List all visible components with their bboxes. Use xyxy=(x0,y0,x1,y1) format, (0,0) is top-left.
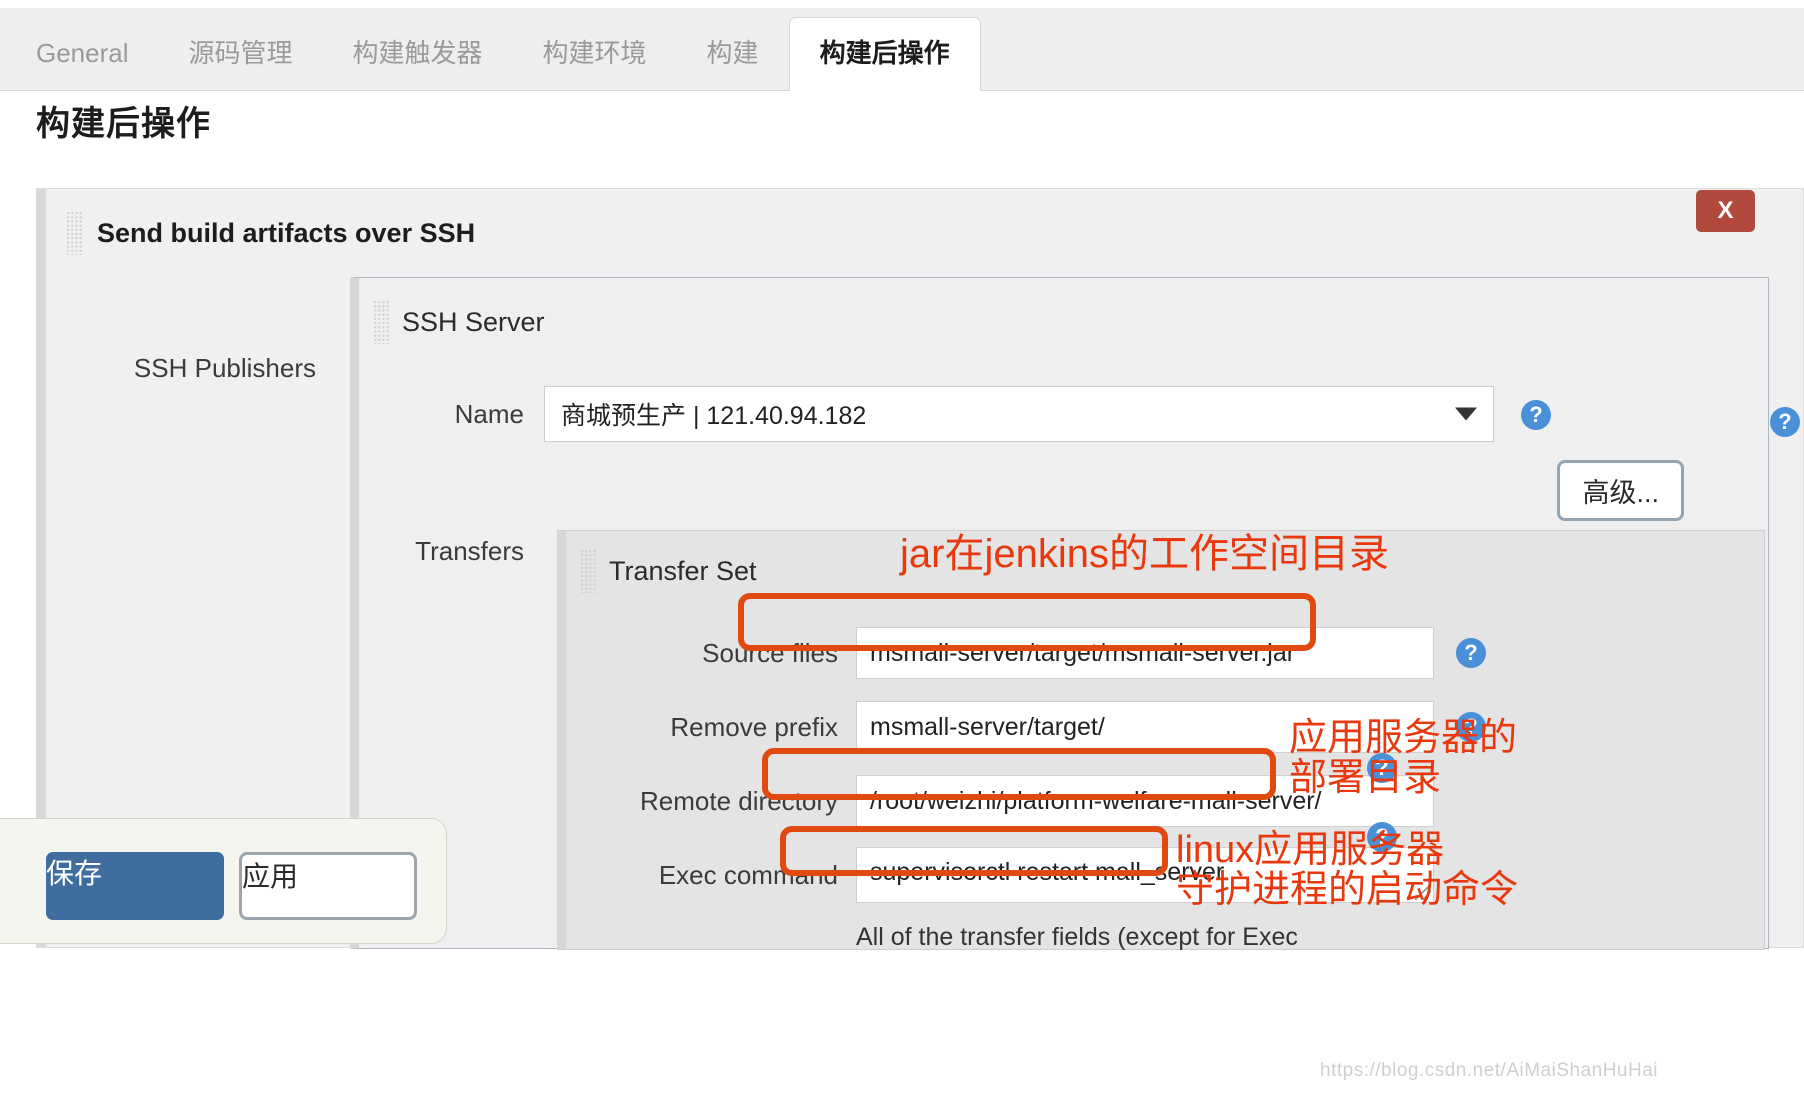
annotation-line: 守护进程的启动命令 xyxy=(1176,869,1519,912)
transfer-set-panel: Transfer Set Source files msmall-server/… xyxy=(557,530,1765,951)
watermark: https://blog.csdn.net/AiMaiShanHuHai xyxy=(1320,1060,1659,1081)
tab-bar: General 源码管理 构建触发器 构建环境 构建 构建后操作 xyxy=(0,8,1804,91)
ssh-server-name-select[interactable]: 商城预生产 | 121.40.94.182 xyxy=(544,386,1494,442)
help-icon[interactable]: ? xyxy=(1456,638,1486,668)
source-files-row: Source files msmall-server/target/msmall… xyxy=(566,627,1764,679)
chevron-down-icon xyxy=(1455,407,1477,421)
drag-handle-icon[interactable] xyxy=(373,300,390,344)
block-title: Send build artifacts over SSH xyxy=(97,217,476,248)
remote-directory-row: Remote directory /root/weizhi/platform-w… xyxy=(566,775,1764,827)
remote-directory-label: Remote directory xyxy=(640,785,838,816)
exec-command-label: Exec command xyxy=(658,859,838,890)
annotation-deploy-directory: 应用服务器的 部署目录 xyxy=(1289,718,1517,799)
apply-button[interactable]: 应用 xyxy=(239,852,417,920)
tab-post-build[interactable]: 构建后操作 xyxy=(788,17,981,91)
name-label: Name xyxy=(454,398,524,429)
annotation-jar-workspace: jar在jenkins的工作空间目录 xyxy=(900,532,1389,576)
save-button[interactable]: 保存 xyxy=(46,852,224,920)
source-files-label: Source files xyxy=(702,637,838,668)
help-icon[interactable]: ? xyxy=(1521,400,1551,430)
tab-triggers[interactable]: 构建触发器 xyxy=(323,40,513,90)
remove-prefix-row: Remove prefix msmall-server/target/ ? xyxy=(566,701,1764,753)
drag-handle-icon[interactable] xyxy=(580,549,597,593)
page-title: 构建后操作 xyxy=(36,105,211,143)
form-action-bar: 保存 应用 xyxy=(0,818,447,944)
tab-general[interactable]: General xyxy=(0,40,159,90)
annotation-line: 部署目录 xyxy=(1289,757,1442,800)
tab-scm[interactable]: 源码管理 xyxy=(159,40,323,90)
transfer-footnote: All of the transfer fields (except for E… xyxy=(856,923,1298,951)
drag-handle-icon[interactable] xyxy=(66,211,83,255)
advanced-button[interactable]: 高级... xyxy=(1557,460,1684,521)
exec-command-value: supervisorctl restart mall_server xyxy=(870,858,1225,886)
annotation-line: 应用服务器的 xyxy=(1289,717,1518,759)
remove-prefix-label: Remove prefix xyxy=(670,711,838,742)
tab-build[interactable]: 构建 xyxy=(677,40,789,90)
tab-build-env[interactable]: 构建环境 xyxy=(513,40,677,90)
annotation-linux-daemon: linux应用服务器 守护进程的启动命令 xyxy=(1176,830,1518,911)
transfers-label: Transfers xyxy=(415,536,524,566)
annotation-line: linux应用服务器 xyxy=(1176,829,1445,871)
block-header: Send build artifacts over SSH xyxy=(46,189,1803,255)
ssh-server-panel: SSH Server Name 商城预生产 | 121.40.94.182 ? … xyxy=(350,277,1769,951)
ssh-server-header: SSH Server xyxy=(359,278,1768,344)
source-files-input[interactable]: msmall-server/target/msmall-server.jar xyxy=(856,627,1434,679)
transfer-set-title: Transfer Set xyxy=(609,555,757,586)
close-button[interactable]: X xyxy=(1696,190,1755,232)
exec-command-row: Exec command supervisorctl restart mall_… xyxy=(566,847,1764,903)
name-row: Name 商城预生产 | 121.40.94.182 xyxy=(359,386,1768,442)
name-select-value: 商城预生产 | 121.40.94.182 xyxy=(561,402,867,430)
annotation-line: jar在jenkins的工作空间目录 xyxy=(900,532,1389,576)
ssh-server-title: SSH Server xyxy=(402,306,545,337)
